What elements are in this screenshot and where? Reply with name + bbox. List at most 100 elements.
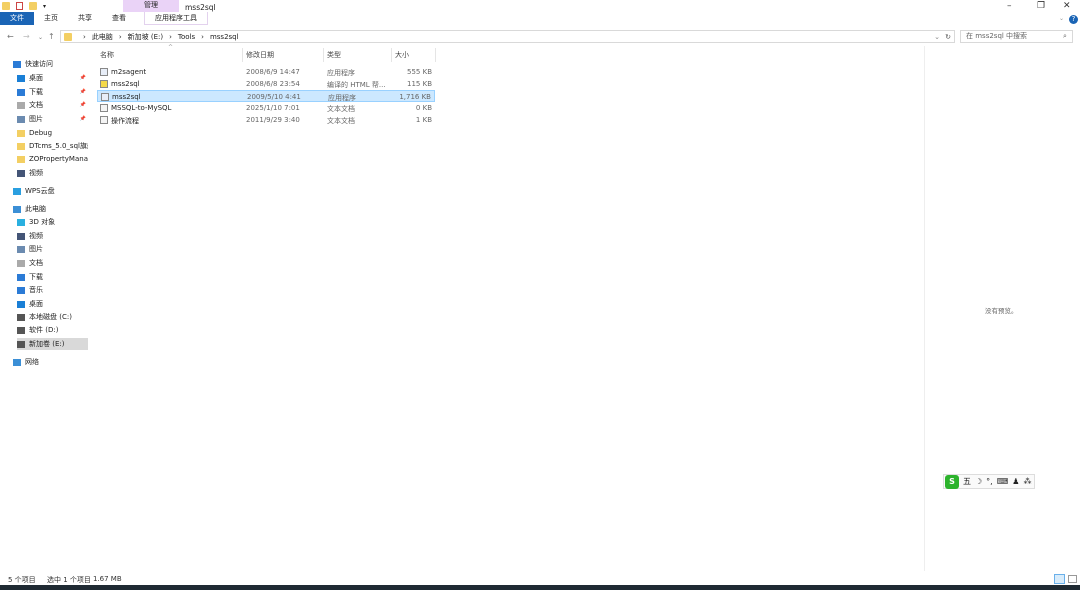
column-divider — [435, 48, 436, 62]
file-row[interactable]: m2sagent 2008/6/9 14:47 应用程序 555 KB — [97, 66, 435, 78]
drive-icon — [17, 326, 25, 334]
status-item-count: 5 个项目 — [8, 576, 36, 584]
refresh-icon[interactable]: ↻ — [945, 33, 951, 41]
details-view-button[interactable] — [1054, 574, 1065, 584]
sidebar-item[interactable]: 软件 (D:) — [17, 324, 88, 336]
column-header-name[interactable]: 名称 — [100, 50, 114, 62]
close-button[interactable]: ✕ — [1063, 1, 1071, 11]
sidebar-item[interactable]: Debug — [17, 127, 88, 139]
sidebar-item-label: 3D 对象 — [29, 218, 56, 226]
user-icon[interactable]: ♟ — [1012, 477, 1019, 486]
sidebar-item[interactable]: 音乐 — [17, 284, 88, 296]
tab-app-tools[interactable]: 应用程序工具 — [144, 12, 208, 25]
sidebar-item-label: 软件 (D:) — [29, 326, 59, 334]
breadcrumb-item[interactable]: Tools — [178, 33, 195, 41]
moon-icon[interactable]: ☽ — [975, 477, 982, 486]
ime-toolbar[interactable]: S 五 ☽ °, ⌨ ♟ ⁂ — [943, 474, 1035, 489]
sidebar-item[interactable]: ZOPropertyManag — [17, 153, 88, 165]
maximize-button[interactable]: ❐ — [1037, 1, 1045, 11]
folder-icon — [17, 129, 25, 137]
file-row[interactable]: mss2sql 2008/6/8 23:54 编译的 HTML 帮... 115… — [97, 78, 435, 90]
sidebar-item[interactable]: 桌面 — [17, 298, 88, 310]
column-header-type[interactable]: 类型 — [327, 50, 341, 62]
text-file-icon — [100, 104, 108, 112]
sidebar-item[interactable]: 文档 📌 — [17, 99, 88, 111]
breadcrumb-item[interactable]: 新加坡 (E:) — [128, 32, 163, 42]
sidebar-item-label: Debug — [29, 129, 53, 137]
search-icon[interactable]: ⌕ — [1063, 32, 1067, 41]
sidebar-item[interactable]: 下载 — [17, 271, 88, 283]
file-name: mss2sql — [111, 80, 140, 88]
context-tab-header: 管理 — [123, 0, 179, 12]
sidebar-item[interactable]: 文档 — [17, 257, 88, 269]
video-icon — [17, 232, 25, 240]
cube-icon — [17, 218, 25, 226]
sort-ascending-icon: ^ — [168, 44, 174, 51]
sidebar-item[interactable]: 网络 — [13, 356, 88, 368]
keyboard-icon[interactable]: ⌨ — [997, 477, 1009, 486]
sidebar-item-label: 网络 — [25, 358, 39, 366]
punctuation-icon[interactable]: °, — [986, 477, 993, 486]
sidebar-item[interactable]: 视频 — [17, 167, 88, 179]
sidebar-item[interactable]: DTcms_5.0_sql旗舰 — [17, 140, 88, 152]
pin-icon[interactable]: 📌 — [80, 102, 86, 108]
pin-icon[interactable]: 📌 — [80, 116, 86, 122]
sogou-logo-icon: S — [945, 474, 959, 489]
help-icon — [100, 80, 108, 88]
file-name: mss2sql — [112, 93, 141, 101]
help-icon[interactable]: ? — [1069, 15, 1078, 24]
file-date: 2008/6/9 14:47 — [246, 68, 300, 76]
address-bar[interactable]: › 此电脑 › 新加坡 (E:) › Tools › mss2sql ⌄ ↻ — [60, 30, 955, 43]
sidebar-item[interactable]: 图片 📌 — [17, 113, 88, 125]
sidebar-item[interactable]: WPS云盘 — [13, 185, 88, 197]
sidebar-item[interactable]: 3D 对象 — [17, 216, 88, 228]
desktop-icon — [17, 300, 25, 308]
column-header-size[interactable]: 大小 — [395, 50, 409, 62]
file-date: 2011/9/29 3:40 — [246, 116, 300, 124]
ribbon-expand-icon[interactable]: ⌄ — [1059, 15, 1064, 22]
sidebar-item-label: 此电脑 — [25, 205, 46, 213]
column-header-date[interactable]: 修改日期 — [246, 50, 274, 62]
drive-icon — [17, 340, 25, 348]
sidebar-item[interactable]: 桌面 📌 — [17, 72, 88, 84]
sidebar-item[interactable]: 此电脑 — [13, 203, 88, 215]
preview-message: 没有预览。 — [985, 307, 1018, 315]
grid-icon[interactable]: ⁂ — [1023, 477, 1031, 486]
file-row[interactable]: 操作流程 2011/9/29 3:40 文本文档 1 KB — [97, 114, 435, 126]
sidebar-item[interactable]: 快速访问 — [13, 58, 88, 70]
sidebar-item[interactable]: 本地磁盘 (C:) — [17, 311, 88, 323]
file-row[interactable]: mss2sql 2009/5/10 4:41 应用程序 1,716 KB — [97, 90, 435, 102]
breadcrumb-item[interactable]: mss2sql — [210, 33, 239, 41]
minimize-button[interactable]: – — [1007, 1, 1012, 11]
sidebar-item-label: 本地磁盘 (C:) — [29, 313, 72, 321]
sidebar-item-label: 文档 — [29, 101, 43, 109]
sidebar-item[interactable]: 新加卷 (E:) — [17, 338, 88, 350]
breadcrumb-item[interactable]: 此电脑 — [92, 32, 113, 42]
pin-icon[interactable]: 📌 — [80, 75, 86, 81]
file-size: 0 KB — [415, 104, 432, 112]
status-size: 1.67 MB — [93, 575, 122, 583]
star-icon — [13, 60, 21, 68]
sidebar-item[interactable]: 视频 — [17, 230, 88, 242]
window-title: mss2sql — [185, 3, 216, 12]
search-input[interactable]: 在 mss2sql 中搜索 — [960, 30, 1073, 43]
sidebar-item[interactable]: 下载 📌 — [17, 86, 88, 98]
app-icon — [101, 93, 109, 101]
sidebar-item-label: WPS云盘 — [25, 187, 55, 195]
pin-icon[interactable]: 📌 — [80, 89, 86, 95]
column-divider — [242, 48, 243, 62]
large-icons-view-button[interactable] — [1068, 575, 1077, 583]
video-icon — [17, 169, 25, 177]
file-size: 1 KB — [415, 116, 432, 124]
sidebar-item[interactable]: 图片 — [17, 243, 88, 255]
file-row[interactable]: MSSQL-to-MySQL 2025/1/10 7:01 文本文档 0 KB — [97, 102, 435, 114]
ime-mode-label[interactable]: 五 — [963, 476, 971, 487]
file-type: 文本文档 — [327, 117, 355, 125]
preview-divider — [924, 46, 925, 571]
music-icon — [17, 286, 25, 294]
sidebar-item-label: 下载 — [29, 88, 43, 96]
document-icon — [17, 101, 25, 109]
file-size: 115 KB — [407, 80, 432, 88]
address-dropdown-icon[interactable]: ⌄ — [934, 33, 940, 41]
tab-view[interactable]: 查看 — [102, 12, 136, 25]
